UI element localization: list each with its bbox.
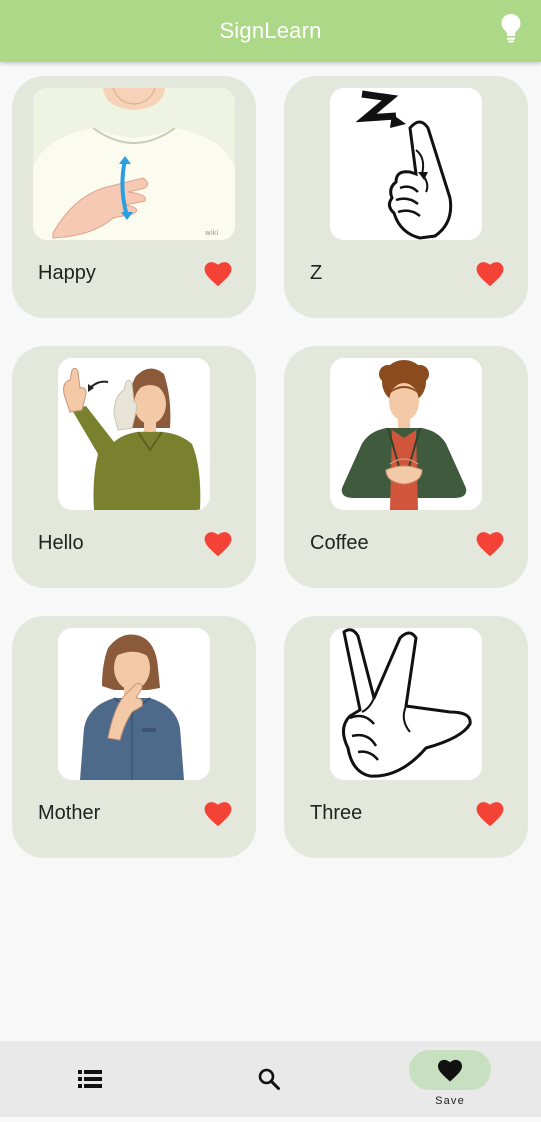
sign-card-label: Z — [310, 262, 323, 284]
nav-item-list[interactable] — [30, 1041, 150, 1117]
app-bar: SignLearn — [0, 0, 541, 62]
sign-z-image — [330, 88, 482, 240]
system-bottom-strip — [0, 1117, 541, 1122]
sign-card-label: Hello — [38, 532, 84, 554]
sign-grid: wiki Happy Z Hello Coffee Mother Three — [12, 76, 529, 858]
svg-text:wiki: wiki — [205, 229, 219, 237]
lightbulb-icon[interactable] — [499, 13, 523, 43]
sign-card-label: Mother — [38, 802, 101, 824]
sign-card-three[interactable]: Three — [284, 616, 528, 858]
nav-save-label: Save — [435, 1095, 465, 1107]
sign-hello-image — [58, 358, 210, 510]
heart-icon — [437, 1059, 463, 1082]
heart-icon[interactable] — [204, 801, 232, 827]
sign-happy-image: wiki — [33, 88, 235, 240]
list-icon — [78, 1070, 102, 1088]
nav-item-search[interactable] — [209, 1041, 329, 1117]
heart-icon[interactable] — [476, 261, 504, 287]
sign-card-label: Happy — [38, 262, 96, 284]
heart-icon[interactable] — [204, 531, 232, 557]
sign-card-coffee[interactable]: Coffee — [284, 346, 528, 588]
sign-mother-image — [58, 628, 210, 780]
heart-icon[interactable] — [476, 801, 504, 827]
sign-card-label: Coffee — [310, 532, 369, 554]
sign-coffee-image — [330, 358, 482, 510]
sign-card-label: Three — [310, 802, 363, 824]
sign-card-z[interactable]: Z — [284, 76, 528, 318]
sign-card-mother[interactable]: Mother — [12, 616, 256, 858]
bottom-navigation: Save — [0, 1041, 541, 1117]
heart-icon[interactable] — [204, 261, 232, 287]
search-icon — [258, 1068, 280, 1090]
heart-icon[interactable] — [476, 531, 504, 557]
sign-card-happy[interactable]: wiki Happy — [12, 76, 256, 318]
app-title: SignLearn — [219, 18, 322, 43]
sign-three-image — [330, 628, 482, 780]
sign-card-hello[interactable]: Hello — [12, 346, 256, 588]
